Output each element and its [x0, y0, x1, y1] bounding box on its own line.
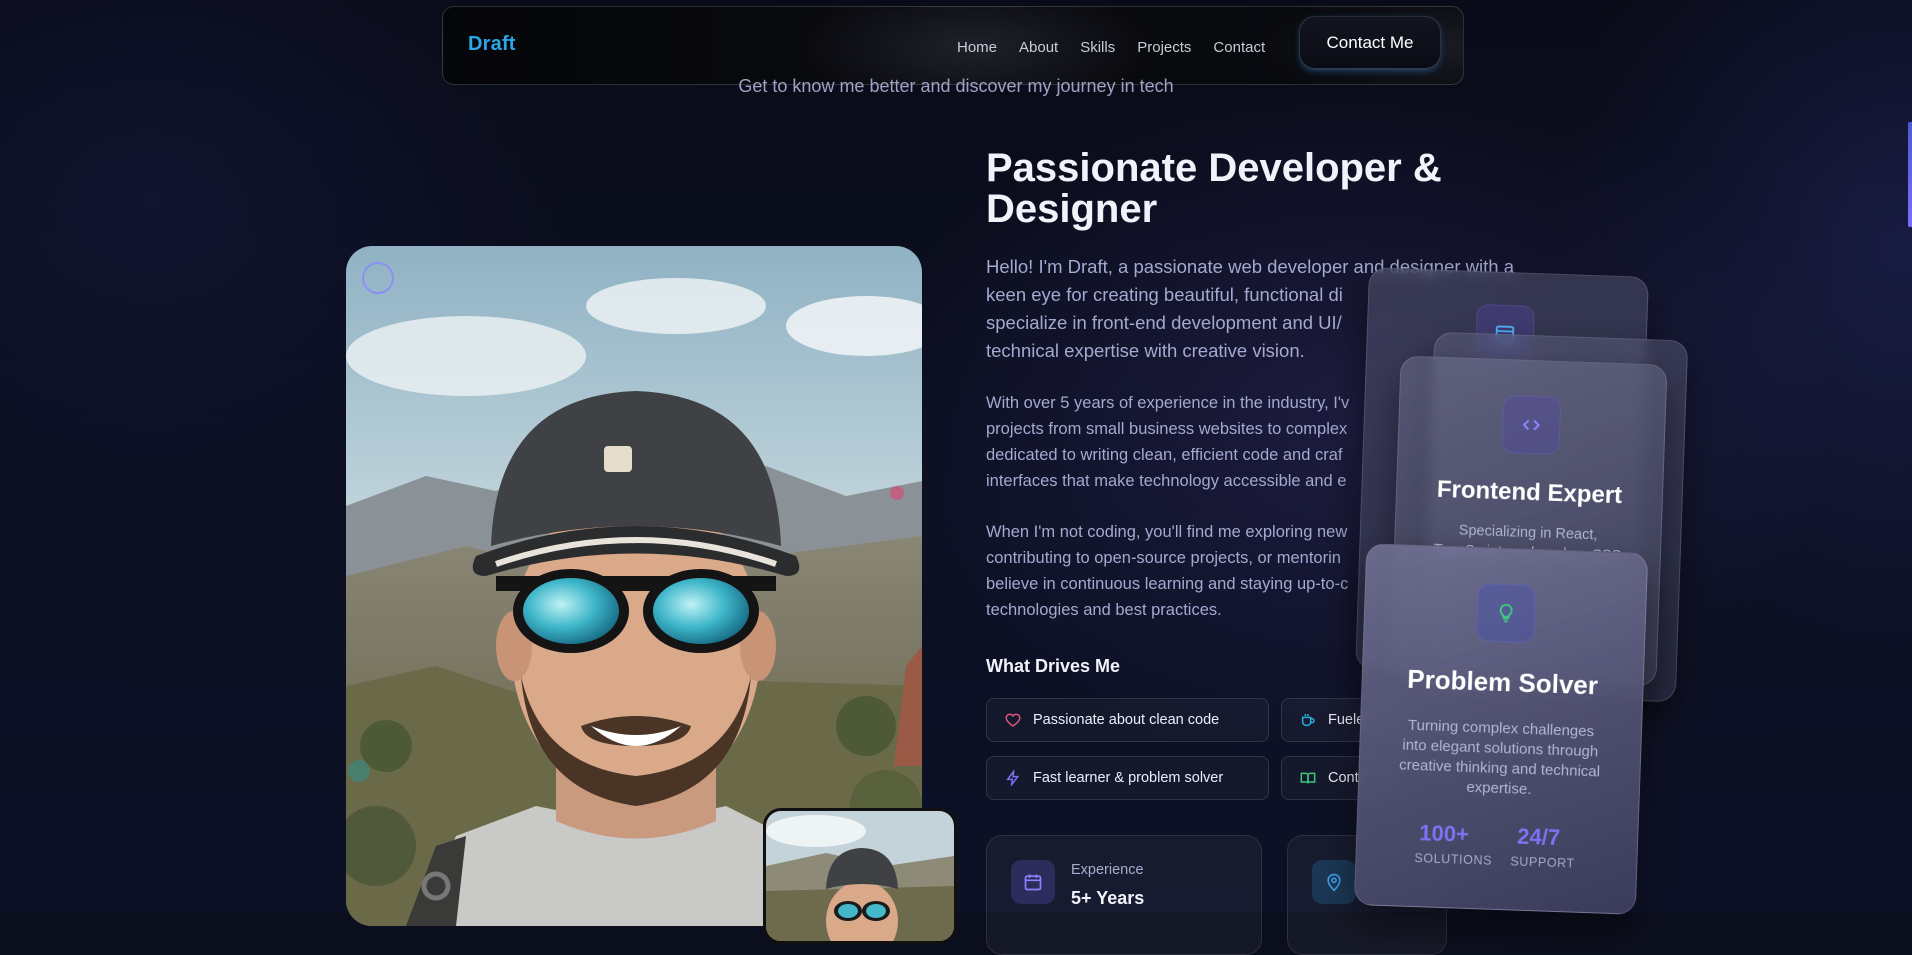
trait-fast-learner: Fast learner & problem solver: [986, 756, 1269, 800]
profile-thumbnail: [763, 808, 957, 944]
solutions-count: 100+: [1418, 820, 1470, 847]
trait-label: Passionate about clean code: [1033, 712, 1220, 728]
nav-link-home[interactable]: Home: [957, 39, 997, 56]
trait-clean-code: Passionate about clean code: [986, 698, 1269, 742]
frontend-expert-title: Frontend Expert: [1436, 475, 1623, 510]
problem-solver-description: Turning complex challenges into elegant …: [1381, 715, 1620, 803]
code-icon: [1501, 395, 1562, 456]
stat-card-experience: Experience 5+ Years: [986, 835, 1262, 955]
nav-link-skills[interactable]: Skills: [1080, 39, 1115, 56]
book-icon: [1298, 768, 1318, 788]
problem-solver-card: Problem Solver Turning complex challenge…: [1353, 543, 1649, 915]
what-drives-me-heading: What Drives Me: [986, 656, 1121, 676]
coffee-icon: [1298, 710, 1318, 730]
trait-label: Fuele: [1328, 712, 1365, 728]
location-icon: [1312, 860, 1356, 904]
stat-label: Experience: [1071, 862, 1144, 878]
lightbulb-icon: [1476, 583, 1537, 644]
about-heading: Passionate Developer & Designer: [986, 148, 1506, 230]
bolt-icon: [1003, 768, 1023, 788]
decorative-dot-pink: [890, 486, 904, 500]
support-value: 24/7: [1516, 823, 1561, 851]
profile-thumbnail-illustration: [766, 811, 954, 941]
contact-me-button[interactable]: Contact Me: [1299, 16, 1441, 70]
nav-link-projects[interactable]: Projects: [1137, 39, 1191, 56]
section-subtitle: Get to know me better and discover my jo…: [738, 76, 1174, 96]
decorative-ring: [362, 262, 394, 294]
heart-icon: [1003, 710, 1023, 730]
decorative-dot-teal: [348, 760, 370, 782]
support-label: SUPPORT: [1510, 854, 1575, 871]
nav-links: Home About Skills Projects Contact: [957, 39, 1287, 56]
about-heading-line2: Designer: [986, 187, 1158, 231]
calendar-icon: [1011, 860, 1055, 904]
trait-label: Conti: [1328, 770, 1362, 786]
solutions-label: SOLUTIONS: [1414, 851, 1493, 868]
brand-logo[interactable]: Draft: [468, 33, 516, 56]
nav-link-contact[interactable]: Contact: [1213, 39, 1265, 56]
about-heading-line1: Passionate Developer &: [986, 146, 1442, 190]
top-navbar: Draft Home About Skills Projects Contact…: [442, 6, 1464, 85]
nav-link-about[interactable]: About: [1019, 39, 1058, 56]
stat-value: 5+ Years: [1071, 888, 1145, 908]
trait-label: Fast learner & problem solver: [1033, 770, 1224, 786]
scroll-indicator[interactable]: [1908, 122, 1912, 227]
problem-solver-title: Problem Solver: [1406, 663, 1599, 701]
